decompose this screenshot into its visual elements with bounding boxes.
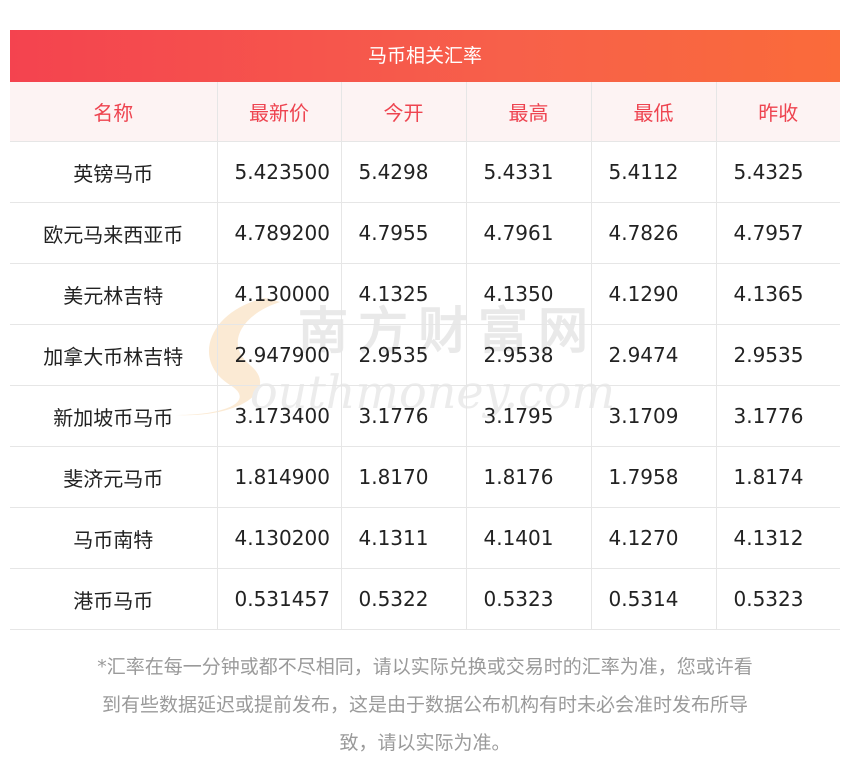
low-price: 3.1709: [591, 385, 717, 447]
latest-price: 4.789200: [217, 202, 342, 264]
high-price: 4.7961: [466, 202, 592, 264]
currency-pair-name: 欧元马来西亚币: [10, 202, 218, 264]
prev-close-price: 4.7957: [716, 202, 840, 264]
latest-price: 4.130200: [217, 507, 342, 569]
header-latest: 最新价: [217, 82, 342, 142]
exchange-rate-table-container: 马币相关汇率 名称 最新价 今开 最高 最低 昨收 英镑马币 5.423500 …: [10, 30, 840, 630]
high-price: 4.1401: [466, 507, 592, 569]
table-row: 加拿大币林吉特 2.947900 2.9535 2.9538 2.9474 2.…: [10, 324, 840, 386]
table-header-row: 名称 最新价 今开 最高 最低 昨收: [10, 82, 840, 142]
table-row: 新加坡币马币 3.173400 3.1776 3.1795 3.1709 3.1…: [10, 385, 840, 447]
low-price: 5.4112: [591, 141, 717, 203]
table-row: 英镑马币 5.423500 5.4298 5.4331 5.4112 5.432…: [10, 141, 840, 203]
low-price: 1.7958: [591, 446, 717, 508]
prev-close-price: 3.1776: [716, 385, 840, 447]
latest-price: 0.531457: [217, 568, 342, 630]
prev-close-price: 1.8174: [716, 446, 840, 508]
open-price: 2.9535: [341, 324, 467, 386]
currency-pair-name: 加拿大币林吉特: [10, 324, 218, 386]
table-row: 马币南特 4.130200 4.1311 4.1401 4.1270 4.131…: [10, 507, 840, 569]
disclaimer-line-1: *汇率在每一分钟或都不尽相同，请以实际兑换或交易时的汇率为准，您或许看: [97, 656, 753, 678]
latest-price: 3.173400: [217, 385, 342, 447]
low-price: 4.1290: [591, 263, 717, 325]
high-price: 2.9538: [466, 324, 592, 386]
high-price: 3.1795: [466, 385, 592, 447]
high-price: 5.4331: [466, 141, 592, 203]
open-price: 0.5322: [341, 568, 467, 630]
low-price: 4.7826: [591, 202, 717, 264]
table-row: 美元林吉特 4.130000 4.1325 4.1350 4.1290 4.13…: [10, 263, 840, 325]
high-price: 1.8176: [466, 446, 592, 508]
table-title: 马币相关汇率: [10, 30, 840, 82]
prev-close-price: 0.5323: [716, 568, 840, 630]
open-price: 4.1325: [341, 263, 467, 325]
latest-price: 1.814900: [217, 446, 342, 508]
disclaimer-line-3: 致，请以实际为准。: [339, 732, 511, 754]
low-price: 4.1270: [591, 507, 717, 569]
currency-pair-name: 斐济元马币: [10, 446, 218, 508]
currency-pair-name: 英镑马币: [10, 141, 218, 203]
header-open: 今开: [341, 82, 467, 142]
open-price: 3.1776: [341, 385, 467, 447]
prev-close-price: 4.1312: [716, 507, 840, 569]
prev-close-price: 4.1365: [716, 263, 840, 325]
open-price: 4.1311: [341, 507, 467, 569]
prev-close-price: 2.9535: [716, 324, 840, 386]
low-price: 0.5314: [591, 568, 717, 630]
table-row: 港币马币 0.531457 0.5322 0.5323 0.5314 0.532…: [10, 568, 840, 630]
disclaimer-line-2: 到有些数据延迟或提前发布，这是由于数据公布机构有时未必会准时发布所导: [101, 694, 748, 716]
table-row: 斐济元马币 1.814900 1.8170 1.8176 1.7958 1.81…: [10, 446, 840, 508]
open-price: 5.4298: [341, 141, 467, 203]
latest-price: 2.947900: [217, 324, 342, 386]
currency-pair-name: 新加坡币马币: [10, 385, 218, 447]
open-price: 1.8170: [341, 446, 467, 508]
currency-pair-name: 美元林吉特: [10, 263, 218, 325]
table-row: 欧元马来西亚币 4.789200 4.7955 4.7961 4.7826 4.…: [10, 202, 840, 264]
header-name: 名称: [10, 82, 218, 142]
currency-pair-name: 港币马币: [10, 568, 218, 630]
latest-price: 5.423500: [217, 141, 342, 203]
exchange-rate-table: 名称 最新价 今开 最高 最低 昨收 英镑马币 5.423500 5.4298 …: [10, 82, 840, 630]
disclaimer-note: *汇率在每一分钟或都不尽相同，请以实际兑换或交易时的汇率为准，您或许看 到有些数…: [10, 648, 840, 762]
low-price: 2.9474: [591, 324, 717, 386]
high-price: 0.5323: [466, 568, 592, 630]
header-low: 最低: [591, 82, 717, 142]
header-prev-close: 昨收: [716, 82, 840, 142]
currency-pair-name: 马币南特: [10, 507, 218, 569]
open-price: 4.7955: [341, 202, 467, 264]
high-price: 4.1350: [466, 263, 592, 325]
prev-close-price: 5.4325: [716, 141, 840, 203]
header-high: 最高: [466, 82, 592, 142]
latest-price: 4.130000: [217, 263, 342, 325]
